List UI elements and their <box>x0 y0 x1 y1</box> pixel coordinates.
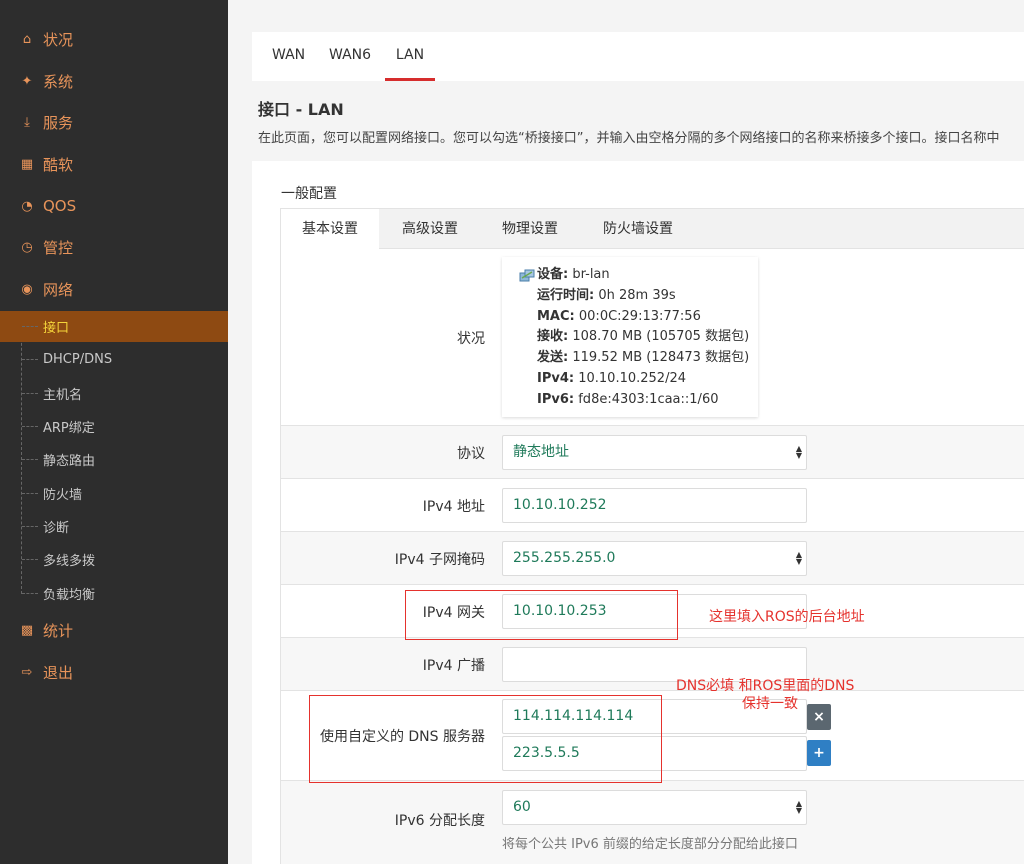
gateway-highlight-box <box>405 590 678 640</box>
protocol-label: 协议 <box>457 446 485 462</box>
submenu-item-load-balance[interactable]: 负载均衡 <box>0 578 228 609</box>
status-uptime: 运行时间: 0h 28m 39s <box>537 287 676 303</box>
ipv6-prefix-row: IPv6 分配长度 60 ▲ ▼ 将每个公共 IPv6 前缀的给定长度部分分配给此… <box>281 781 1024 864</box>
menu-item-software[interactable]: ▦ 酷软 <box>0 144 228 184</box>
submenu-item-firewall[interactable]: 防火墙 <box>0 478 228 509</box>
page-title: 接口 - LAN <box>258 100 344 119</box>
add-dns-button[interactable]: + <box>807 740 831 766</box>
select-arrows-icon: ▲ ▼ <box>795 444 802 460</box>
page-description: 在此页面，您可以配置网络接口。您可以勾选“桥接接口”，并输入由空格分隔的多个网络… <box>258 131 1000 146</box>
submenu-item-hostname[interactable]: 主机名 <box>0 378 228 409</box>
sidebar: ⌂ 状况 ✦ 系统 ⤓ 服务 ▦ 酷软 ◔ QOS ◷ 管控 ◉ 网络 接口 D… <box>0 0 228 864</box>
logout-icon: ⇨ <box>21 664 33 680</box>
download-icon: ⤓ <box>24 114 30 130</box>
tab-basic-settings[interactable]: 基本设置 <box>281 209 379 250</box>
dns-annotation-line2: 保持一致 <box>742 696 798 712</box>
clock-icon: ◷ <box>21 239 33 255</box>
interface-tabs: WAN WAN6 LAN <box>252 32 1024 81</box>
menu-item-statistics[interactable]: ▩ 统计 <box>0 610 228 650</box>
submenu-item-interface[interactable]: 接口 <box>0 311 228 342</box>
ipv4-address-row: IPv4 地址 10.10.10.252 <box>281 479 1024 532</box>
status-box: 设备: br-lan 运行时间: 0h 28m 39s MAC: 00:0C:2… <box>502 257 758 417</box>
bar-chart-icon: ▩ <box>20 622 34 638</box>
section-title: 一般配置 <box>281 186 337 202</box>
select-arrows-icon: ▲ ▼ <box>795 799 802 815</box>
ipv6-prefix-hint: 将每个公共 IPv6 前缀的给定长度部分分配给此接口 <box>502 837 798 852</box>
remove-dns-button[interactable]: × <box>807 704 831 730</box>
calendar-icon: ▦ <box>20 156 34 172</box>
status-device: 设备: br-lan <box>537 267 610 282</box>
tools-icon: ✦ <box>21 73 33 89</box>
ipv4-netmask-row: IPv4 子网掩码 255.255.255.0 ▲ ▼ <box>281 532 1024 585</box>
submenu-item-diagnostics[interactable]: 诊断 <box>0 511 228 542</box>
ipv4-broadcast-row: IPv4 广播 <box>281 638 1024 691</box>
menu-item-control[interactable]: ◷ 管控 <box>0 227 228 267</box>
status-ipv4: IPv4: 10.10.10.252/24 <box>537 370 686 386</box>
config-tabs: 基本设置 高级设置 物理设置 防火墙设置 <box>281 209 1024 250</box>
ethernet-port-icon <box>519 269 535 282</box>
menu-item-system[interactable]: ✦ 系统 <box>0 61 228 101</box>
menu-item-network[interactable]: ◉ 网络 <box>0 269 228 309</box>
status-ipv6: IPv6: fd8e:4303:1caa::1/60 <box>537 391 719 407</box>
status-rx: 接收: 108.70 MB (105705 数据包) <box>537 329 750 345</box>
tab-wan[interactable]: WAN <box>272 32 305 81</box>
status-label: 状况 <box>457 331 485 347</box>
protocol-select[interactable]: 静态地址 ▲ ▼ <box>502 435 807 470</box>
home-icon: ⌂ <box>22 31 32 47</box>
globe-icon: ◉ <box>21 281 33 297</box>
ipv4-netmask-select[interactable]: 255.255.255.0 ▲ ▼ <box>502 541 807 576</box>
dns-highlight-box <box>309 695 662 783</box>
speedometer-icon: ◔ <box>21 198 33 214</box>
ipv6-prefix-label: IPv6 分配长度 <box>394 813 485 829</box>
status-mac: MAC: 00:0C:29:13:77:56 <box>537 308 701 324</box>
tab-advanced-settings[interactable]: 高级设置 <box>389 209 471 249</box>
protocol-row: 协议 静态地址 ▲ ▼ <box>281 426 1024 479</box>
ipv6-prefix-select[interactable]: 60 ▲ ▼ <box>502 790 807 825</box>
ipv4-address-label: IPv4 地址 <box>422 499 485 515</box>
ipv4-address-input[interactable]: 10.10.10.252 <box>502 488 807 523</box>
ipv4-netmask-label: IPv4 子网掩码 <box>394 552 485 568</box>
status-row: 状况 设备: br-lan 运行时间: 0h 28m 39s MAC: 00:0… <box>281 249 1024 426</box>
tab-lan[interactable]: LAN <box>385 32 435 81</box>
submenu-item-static-route[interactable]: 静态路由 <box>0 444 228 475</box>
menu-item-logout[interactable]: ⇨ 退出 <box>0 652 228 692</box>
submenu-item-multiwan[interactable]: 多线多拨 <box>0 544 228 575</box>
submenu-item-dhcp-dns[interactable]: DHCP/DNS <box>0 344 228 375</box>
menu-item-status[interactable]: ⌂ 状况 <box>0 19 228 59</box>
tab-physical-settings[interactable]: 物理设置 <box>489 209 571 249</box>
tab-firewall-settings[interactable]: 防火墙设置 <box>589 209 687 249</box>
ipv4-broadcast-label: IPv4 广播 <box>422 658 485 674</box>
gateway-annotation: 这里填入ROS的后台地址 <box>709 609 865 625</box>
dns-annotation-line1: DNS必填 和ROS里面的DNS <box>676 678 855 694</box>
menu-item-services[interactable]: ⤓ 服务 <box>0 102 228 142</box>
tab-wan6[interactable]: WAN6 <box>329 32 371 81</box>
status-tx: 发送: 119.52 MB (128473 数据包) <box>537 350 750 366</box>
menu-item-qos[interactable]: ◔ QOS <box>0 186 228 226</box>
submenu-item-arp[interactable]: ARP绑定 <box>0 411 228 442</box>
select-arrows-icon: ▲ ▼ <box>795 550 802 566</box>
